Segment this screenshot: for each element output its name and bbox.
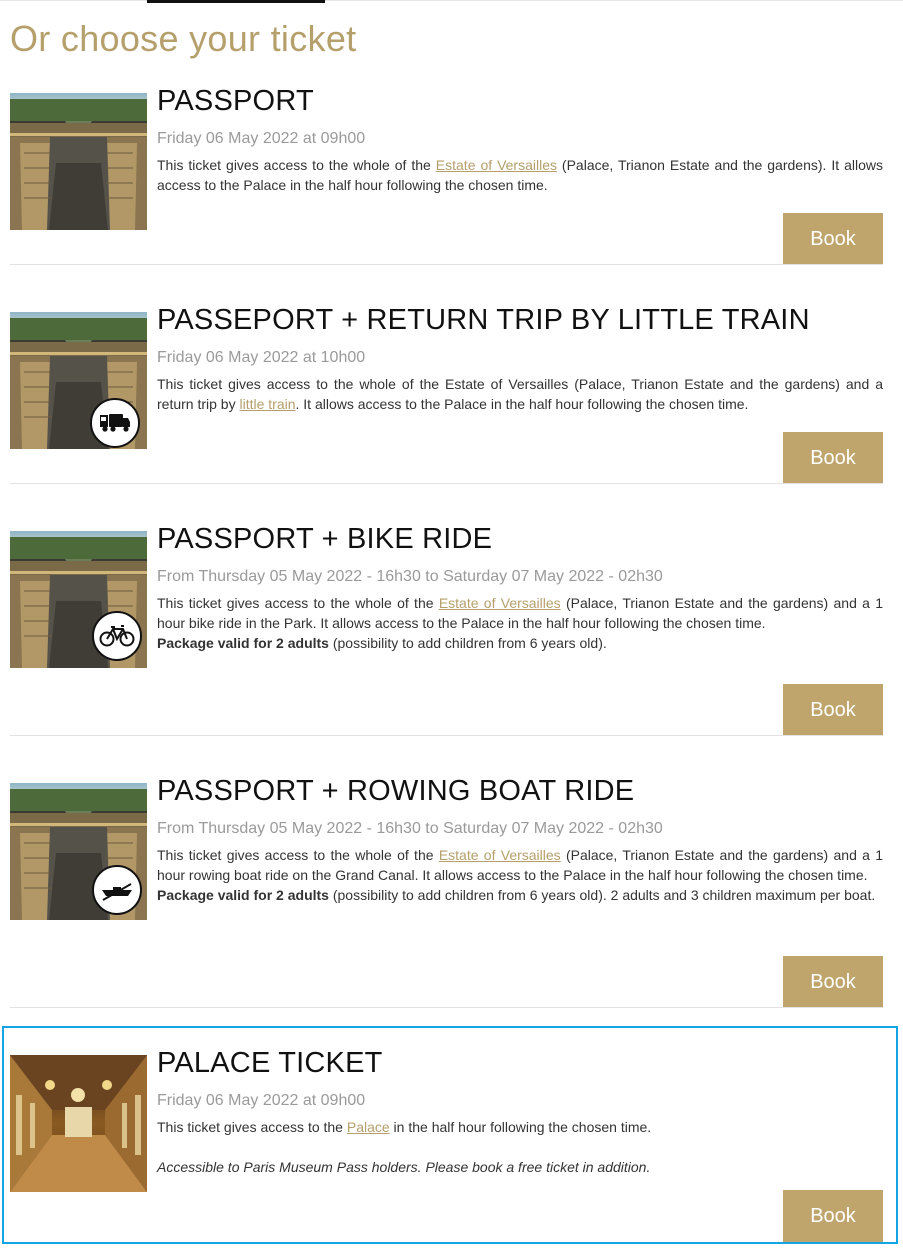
ticket-description: This ticket gives access to the whole of… bbox=[157, 593, 883, 653]
package-note: Package valid for 2 adults bbox=[157, 635, 329, 651]
ticket-name: PASSPORT + BIKE RIDE bbox=[157, 523, 493, 555]
divider bbox=[10, 735, 883, 736]
museum-pass-note: Accessible to Paris Museum Pass holders.… bbox=[157, 1159, 651, 1175]
estate-of-versailles-link[interactable]: Estate of Versailles bbox=[439, 595, 561, 611]
ticket-image bbox=[10, 1055, 147, 1192]
ticket-description: This ticket gives access to the whole of… bbox=[157, 845, 883, 905]
palace-photo bbox=[10, 93, 147, 230]
desc-text: . It allows access to the Palace in the … bbox=[295, 396, 749, 412]
palace-link[interactable]: Palace bbox=[347, 1119, 390, 1135]
ticket-date: From Thursday 05 May 2022 - 16h30 to Sat… bbox=[157, 568, 663, 585]
estate-of-versailles-link[interactable]: Estate of Versailles bbox=[436, 157, 557, 173]
desc-text: This ticket gives access to the whole of… bbox=[157, 847, 439, 863]
ticket-image bbox=[10, 312, 147, 449]
package-note: Package valid for 2 adults bbox=[157, 887, 329, 903]
ticket-image bbox=[10, 531, 147, 668]
ticket-date: From Thursday 05 May 2022 - 16h30 to Sat… bbox=[157, 820, 663, 837]
book-button-bike[interactable]: Book bbox=[783, 684, 883, 736]
rowing-boat-icon bbox=[92, 865, 142, 915]
ticket-description: This ticket gives access to the whole of… bbox=[157, 155, 883, 195]
bike-icon bbox=[92, 611, 142, 661]
divider bbox=[10, 483, 883, 484]
book-button-passport[interactable]: Book bbox=[783, 213, 883, 265]
top-border bbox=[0, 0, 903, 1]
desc-text: (possibility to add children from 6 year… bbox=[328, 887, 876, 903]
ticket-date: Friday 06 May 2022 at 09h00 bbox=[157, 130, 366, 147]
book-button-boat[interactable]: Book bbox=[783, 956, 883, 1008]
ticket-date: Friday 06 May 2022 at 10h00 bbox=[157, 349, 366, 366]
divider bbox=[10, 264, 883, 265]
ticket-date: Friday 06 May 2022 at 09h00 bbox=[157, 1092, 366, 1109]
hall-of-mirrors-photo bbox=[10, 1055, 147, 1192]
divider bbox=[10, 1007, 883, 1008]
book-button-palace[interactable]: Book bbox=[783, 1190, 883, 1242]
desc-text: This ticket gives access to the whole of… bbox=[157, 595, 439, 611]
section-title: Or choose your ticket bbox=[10, 18, 357, 59]
little-train-link[interactable]: little train bbox=[239, 396, 295, 412]
book-button-train[interactable]: Book bbox=[783, 432, 883, 484]
train-icon bbox=[90, 398, 140, 448]
ticket-name: PASSPORT + ROWING BOAT RIDE bbox=[157, 775, 635, 807]
desc-text: in the half hour following the chosen ti… bbox=[389, 1119, 652, 1135]
ticket-description: This ticket gives access to the Palace i… bbox=[157, 1117, 883, 1177]
ticket-name: PASSPORT bbox=[157, 85, 314, 117]
ticket-image bbox=[10, 93, 147, 230]
desc-text: This ticket gives access to the bbox=[157, 1119, 347, 1135]
ticket-name: PASSEPORT + RETURN TRIP BY LITTLE TRAIN bbox=[157, 304, 810, 336]
ticket-description: This ticket gives access to the whole of… bbox=[157, 374, 883, 414]
ticket-name: PALACE TICKET bbox=[157, 1047, 383, 1079]
desc-text: This ticket gives access to the whole of… bbox=[157, 157, 436, 173]
estate-of-versailles-link[interactable]: Estate of Versailles bbox=[439, 847, 561, 863]
active-tab-indicator bbox=[147, 0, 325, 3]
ticket-image bbox=[10, 783, 147, 920]
desc-text: (possibility to add children from 6 year… bbox=[328, 635, 607, 651]
